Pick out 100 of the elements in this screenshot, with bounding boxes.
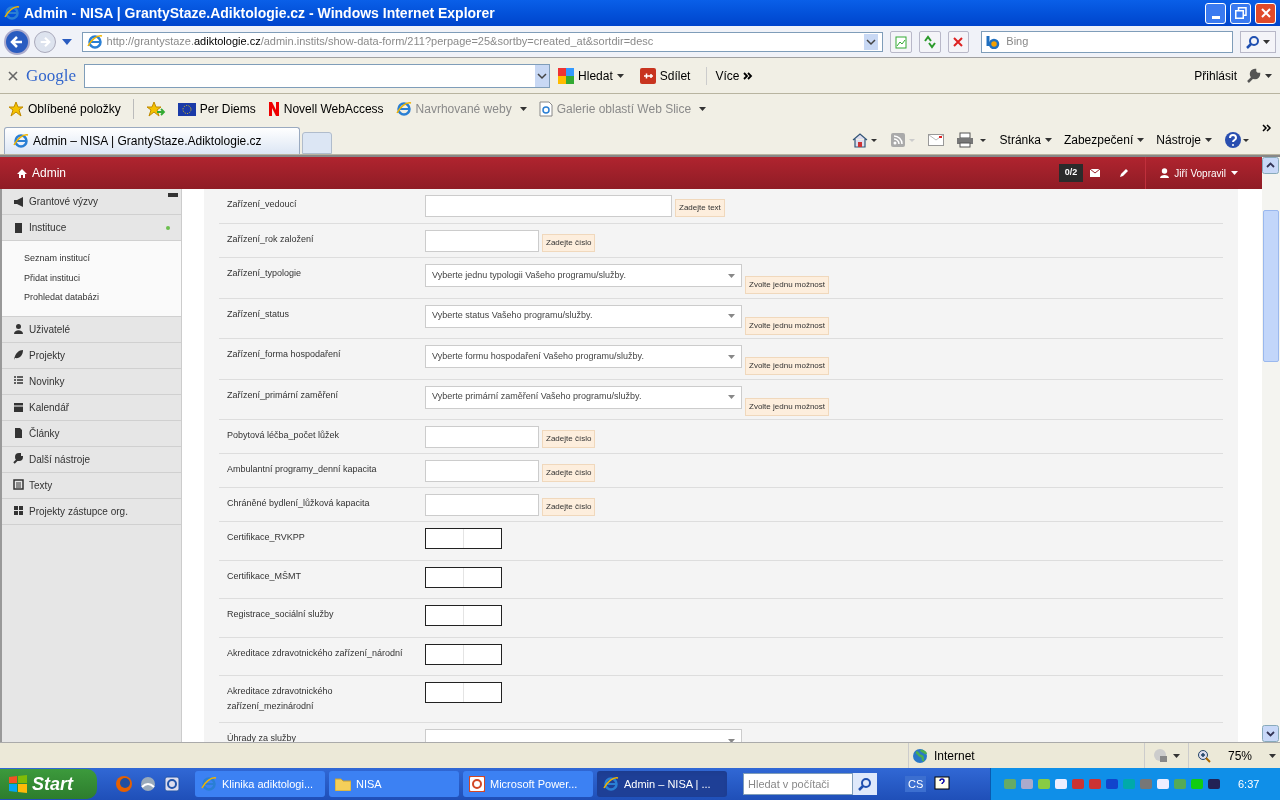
menu-button[interactable]: Nástroje xyxy=(1156,131,1212,149)
scroll-up-icon[interactable] xyxy=(1262,157,1279,174)
caret-icon xyxy=(1137,138,1145,142)
share-button[interactable]: Sdílet xyxy=(639,66,691,85)
submenu-item[interactable]: Prohledat databázi xyxy=(2,288,181,308)
sidebar-item[interactable]: Grantové výzvy xyxy=(2,189,181,215)
field-label: Akreditace zdravotnického zařízení_mezinárodní xyxy=(226,685,334,713)
admin-home-link[interactable]: Admin xyxy=(17,164,66,182)
back-button[interactable] xyxy=(4,28,30,55)
stop-button[interactable] xyxy=(947,30,970,53)
scrollbar-thumb[interactable] xyxy=(1263,210,1279,362)
start-button[interactable]: Start xyxy=(0,769,97,799)
submenu-item[interactable]: Přidat instituci xyxy=(2,268,181,288)
zoom-icon xyxy=(1197,748,1211,763)
field-label: Zařízení_primární zaměření xyxy=(226,388,340,402)
menu-button[interactable]: Stránka xyxy=(999,131,1052,149)
search-box[interactable]: Bing xyxy=(981,30,1234,53)
more-button[interactable]: Více xyxy=(706,66,754,85)
minimize-button[interactable] xyxy=(1205,2,1226,24)
refresh-button[interactable] xyxy=(918,30,941,53)
add-favorite-icon[interactable] xyxy=(145,101,166,117)
google-icon xyxy=(558,67,575,84)
message-count-badge: 0/2 xyxy=(1058,164,1084,182)
pencil-icon[interactable] xyxy=(1119,168,1130,178)
search-button[interactable] xyxy=(1240,30,1276,53)
hint-label: Zadejte text xyxy=(675,199,725,217)
help-icon[interactable] xyxy=(934,776,951,792)
toggle-switch[interactable] xyxy=(425,643,502,665)
field-label: Zařízení_typologie xyxy=(226,267,303,280)
feed-icon[interactable] xyxy=(889,132,916,148)
input-field[interactable] xyxy=(425,230,539,252)
select-field[interactable]: Vyberte formu hospodaření Vašeho programu/služby. xyxy=(425,345,742,368)
browser-tab[interactable]: Admin – NISA | GrantyStaze.Adiktologie.cz xyxy=(4,127,300,154)
address-field[interactable]: http://grantystaze.adiktologie.cz/admin.instits/show-data-form/211?perpage=25&sortby=created_at&sortdir=desc xyxy=(81,31,883,52)
taskbar-button[interactable]: Admin – NISA | ... xyxy=(597,771,727,797)
input-field[interactable] xyxy=(425,195,672,217)
field-label: Certifikace_MŠMT xyxy=(226,569,302,583)
mail-icon[interactable] xyxy=(927,134,944,146)
taskbar-search-field[interactable]: Hledat v počítači xyxy=(743,773,853,795)
taskbar-button[interactable]: Klinika adiktologi... xyxy=(195,771,325,797)
sidebar-item[interactable]: Projekty xyxy=(2,342,181,369)
field-label: Zařízení_status xyxy=(226,307,291,321)
close-icon[interactable] xyxy=(8,70,18,81)
window-title: Admin - NISA | GrantyStaze.Adiktologie.cz - Windows Internet Explorer xyxy=(24,3,496,23)
sidebar-item[interactable]: Další nástroje xyxy=(2,446,181,473)
vertical-scrollbar[interactable] xyxy=(1262,157,1280,742)
collapse-handle[interactable] xyxy=(168,193,178,197)
history-dropdown-icon[interactable] xyxy=(61,38,72,45)
letter-n-icon xyxy=(267,102,280,116)
user-icon xyxy=(1160,168,1170,178)
close-button[interactable] xyxy=(1255,2,1276,24)
taskbar-button[interactable]: Microsoft Power... xyxy=(463,771,593,797)
hint-label: Zvolte jednu možnost xyxy=(745,357,830,375)
toggle-switch[interactable] xyxy=(425,566,502,588)
sidebar-item[interactable]: Projekty zástupce org. xyxy=(2,498,181,525)
double-chevron-icon[interactable] xyxy=(1262,124,1272,132)
sidebar-item[interactable]: Novinky xyxy=(2,368,181,395)
sidebar-item[interactable]: Uživatelé xyxy=(2,316,181,343)
field-label: Chráněné bydlení_lůžková kapacita xyxy=(226,497,371,510)
sidebar-item[interactable]: Kalendář xyxy=(2,394,181,421)
select-field[interactable]: Vyberte jednu typologii Vašeho programu/služby. xyxy=(425,264,742,287)
select-field[interactable]: Vyberte status Vašeho programu/služby. xyxy=(425,304,742,328)
google-search-button[interactable]: Hledat xyxy=(558,66,624,85)
printer-icon[interactable] xyxy=(955,132,988,148)
submenu-item[interactable]: Seznam institucí xyxy=(2,249,181,269)
menu-button[interactable]: Zabezpečení xyxy=(1063,131,1145,149)
input-field[interactable] xyxy=(425,426,539,448)
caret-icon xyxy=(728,273,735,278)
favorites-item[interactable]: Oblíbené položky xyxy=(8,100,121,118)
favorites-item[interactable]: Per Diems xyxy=(177,100,256,118)
search-field[interactable]: Bing xyxy=(1006,33,1229,50)
windows-logo-icon xyxy=(8,775,28,793)
caret-icon xyxy=(1044,138,1052,142)
back-arrow-icon xyxy=(9,34,24,49)
mail-icon[interactable] xyxy=(1090,169,1101,177)
browser-icon[interactable] xyxy=(115,775,133,793)
help-icon[interactable] xyxy=(1224,131,1250,149)
security-zone-label: Internet xyxy=(934,747,975,765)
input-field[interactable] xyxy=(425,460,539,482)
settings-button[interactable] xyxy=(1245,67,1272,84)
toggle-switch[interactable] xyxy=(425,528,502,549)
toggle-switch[interactable] xyxy=(425,605,502,626)
taskbar-button[interactable]: NISA xyxy=(329,771,459,797)
wrench-icon xyxy=(13,453,24,465)
restore-button[interactable] xyxy=(1230,2,1251,24)
sign-in-link[interactable]: Přihlásit xyxy=(1194,66,1237,85)
close-icon xyxy=(1260,8,1271,18)
google-search-field[interactable] xyxy=(84,63,551,88)
refresh-icon xyxy=(921,33,938,50)
language-indicator[interactable]: CS xyxy=(905,775,927,793)
input-field[interactable] xyxy=(425,494,539,516)
home-icon[interactable] xyxy=(851,132,878,148)
browser-icon xyxy=(603,776,619,792)
search-button[interactable] xyxy=(853,773,877,795)
favorites-item[interactable]: Novell WebAccess xyxy=(267,100,384,118)
scroll-down-icon[interactable] xyxy=(1262,725,1279,742)
toggle-switch[interactable] xyxy=(425,682,502,703)
sidebar-item[interactable]: Texty xyxy=(2,472,181,499)
select-field[interactable]: Vyberte primární zaměření Vašeho programu/služby. xyxy=(425,385,742,409)
sidebar-item[interactable]: Články xyxy=(2,420,181,447)
